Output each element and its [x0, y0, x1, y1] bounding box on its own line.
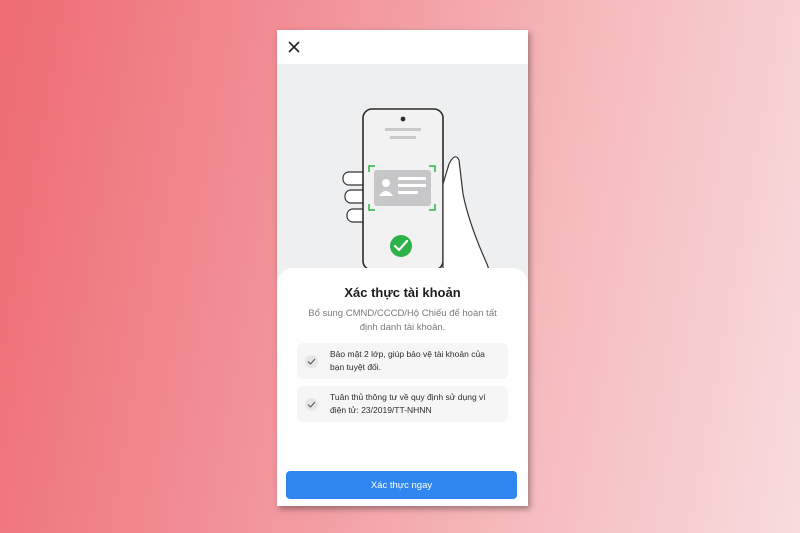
verification-screen: Xác thực tài khoản Bổ sung CMND/CCCD/Hộ … — [277, 30, 528, 506]
benefit-text: Tuân thủ thông tư về quy định sử dụng ví… — [330, 392, 486, 415]
card-description: Bổ sung CMND/CCCD/Hộ Chiếu để hoàn tất đ… — [308, 308, 497, 333]
card-title: Xác thực tài khoản — [344, 285, 461, 300]
check-circle-icon — [390, 235, 412, 257]
benefit-item: Bảo mật 2 lớp, giúp bảo vệ tài khoản của… — [297, 343, 508, 379]
benefit-text: Bảo mật 2 lớp, giúp bảo vệ tài khoản của… — [330, 349, 485, 372]
check-icon — [305, 355, 318, 368]
top-bar — [277, 30, 528, 64]
benefit-item: Tuân thủ thông tư về quy định sử dụng ví… — [297, 386, 508, 422]
id-card-icon — [374, 170, 431, 206]
check-icon — [305, 398, 318, 411]
close-icon[interactable] — [287, 40, 301, 54]
verify-now-button[interactable]: Xác thực ngay — [286, 471, 517, 499]
